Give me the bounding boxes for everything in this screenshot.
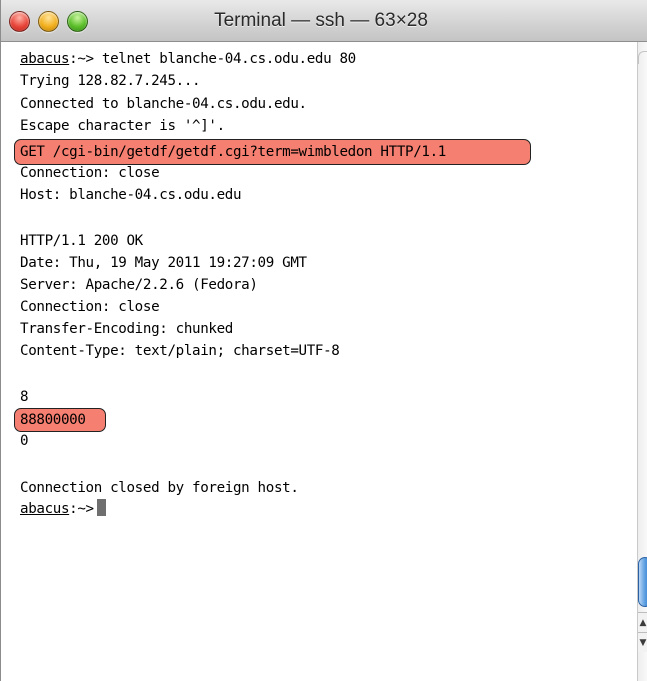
prompt-suffix: :~> bbox=[69, 51, 94, 67]
http-request-line: GET /cgi-bin/getdf/getdf.cgi?term=wimble… bbox=[20, 144, 446, 160]
window-title: Terminal — ssh — 63×28 bbox=[214, 10, 428, 31]
output-line: Trying 128.82.7.245... bbox=[20, 73, 201, 89]
output-line: 0 bbox=[20, 433, 29, 449]
terminal-window: Terminal — ssh — 63×28 abacus:~> telnet … bbox=[0, 0, 647, 681]
zoom-button[interactable] bbox=[67, 11, 88, 32]
final-prompt-line: abacus:~> bbox=[20, 498, 106, 520]
prompt-suffix: :~> bbox=[69, 501, 94, 517]
prompt-host: abacus bbox=[20, 51, 70, 67]
command-text: telnet blanche-04.cs.odu.edu 80 bbox=[93, 51, 356, 67]
output-line: Escape character is '^]'. bbox=[20, 118, 225, 134]
output-line: Server: Apache/2.2.6 (Fedora) bbox=[20, 277, 258, 293]
close-button[interactable] bbox=[9, 11, 30, 32]
output-line: Connection: close bbox=[20, 299, 160, 315]
output-line: 8 bbox=[20, 389, 29, 405]
minimize-button[interactable] bbox=[38, 11, 59, 32]
scroll-up-arrow-icon[interactable]: ▲ bbox=[638, 612, 647, 632]
output-line: Connected to blanche-04.cs.odu.edu. bbox=[20, 96, 307, 112]
title-bar[interactable]: Terminal — ssh — 63×28 bbox=[1, 0, 647, 42]
response-body-line: 88800000 bbox=[20, 412, 86, 428]
output-line: Connection closed by foreign host. bbox=[20, 480, 299, 496]
scrollbar-top-cap bbox=[638, 51, 647, 64]
text-cursor bbox=[96, 499, 106, 516]
output-line: Connection: close bbox=[20, 165, 160, 181]
prompt-host: abacus bbox=[20, 501, 70, 517]
output-line: HTTP/1.1 200 OK bbox=[20, 233, 143, 249]
scrollbar-thumb[interactable] bbox=[638, 557, 647, 607]
output-line: Transfer-Encoding: chunked bbox=[20, 321, 233, 337]
output-line: Date: Thu, 19 May 2011 19:27:09 GMT bbox=[20, 255, 307, 271]
output-line: Content-Type: text/plain; charset=UTF-8 bbox=[20, 343, 340, 359]
terminal-content[interactable]: abacus:~> telnet blanche-04.cs.odu.edu 8… bbox=[1, 42, 637, 681]
scroll-down-arrow-icon[interactable]: ▼ bbox=[638, 632, 647, 652]
output-line: Host: blanche-04.cs.odu.edu bbox=[20, 187, 242, 203]
command-line: abacus:~> telnet blanche-04.cs.odu.edu 8… bbox=[20, 48, 356, 70]
